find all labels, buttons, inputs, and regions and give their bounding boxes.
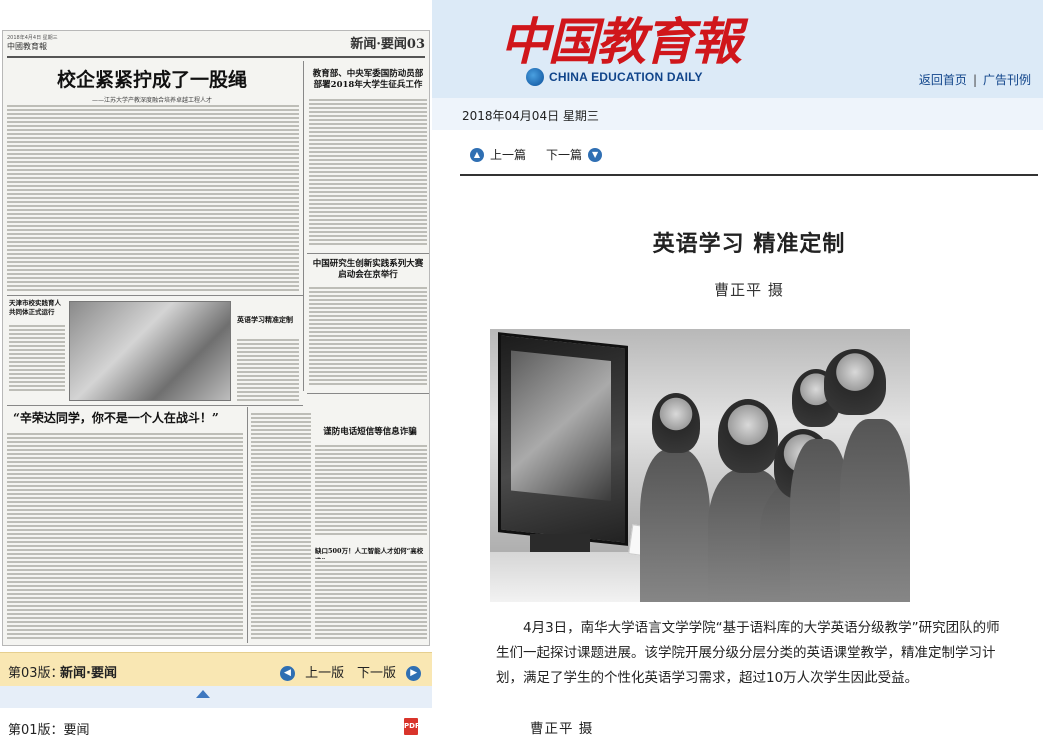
edition-name: 新闻·要闻	[60, 666, 117, 681]
site-logo[interactable]: 中国教育報	[500, 2, 742, 74]
edition-label: 第03版：	[8, 666, 64, 681]
collapse-arrow-icon[interactable]	[196, 690, 210, 698]
newspaper-page-thumbnail[interactable]: 2018年4月4日 星期三 中國教育報 新闻·要闻03 校企紧紧拧成了一股绳 —…	[2, 30, 430, 646]
tianjin-headline: 天津市校实践育人共同体正式运行	[9, 299, 61, 316]
ad-rates-link[interactable]: 广告刊例	[983, 73, 1031, 87]
main-article-body	[7, 103, 299, 291]
xin-article-body	[7, 431, 243, 641]
photo-person	[824, 349, 886, 415]
prev-article-link[interactable]: 上一篇	[490, 146, 526, 163]
fraud-article-block[interactable]: 谨防电话短信等信息诈骗	[315, 425, 425, 437]
fraud-article-body	[315, 443, 427, 537]
prev-edition-label: 上一版	[305, 666, 345, 681]
link-separator: |	[972, 73, 977, 87]
next-arrow-icon: ▶	[406, 666, 422, 681]
article-caption: 4月3日，南华大学语言文学学院“基于语料库的大学英语分级教学”研究团队的师生们一…	[496, 620, 1000, 686]
photo-person	[718, 399, 778, 473]
globe-logo-icon	[526, 68, 544, 86]
column-rule	[303, 61, 304, 391]
ai-article-body	[315, 559, 427, 641]
photo-person-body	[640, 449, 710, 602]
next-edition-button[interactable]: 下一版 ▶	[357, 662, 422, 681]
edition-list-toggle[interactable]	[0, 686, 432, 708]
middle-column-body	[251, 411, 311, 641]
photo-caption-small: 英语学习精准定制	[237, 315, 293, 324]
tianjin-article-block[interactable]: 天津市校实践育人共同体正式运行	[9, 279, 67, 317]
newspaper-section-tag: 新闻·要闻03	[350, 37, 425, 52]
photo-caption-body	[237, 337, 299, 401]
photo-person	[652, 393, 700, 453]
next-article-icon[interactable]: ▼	[588, 147, 603, 162]
photo-monitor	[498, 332, 628, 546]
column-rule	[247, 407, 248, 643]
prev-article-icon[interactable]: ▲	[470, 147, 484, 162]
main-headline-block[interactable]: 校企紧紧拧成了一股绳 ——江苏大学产教深度融合培养卓越工程人才	[17, 65, 287, 104]
fraud-headline: 谨防电话短信等信息诈骗	[323, 427, 417, 437]
site-header: 中国教育報 CHINA EDUCATION DAILY 返回首页 | 广告刊例	[432, 0, 1043, 98]
contest-article-body	[309, 285, 427, 387]
photo-caption-block: 英语学习精准定制	[237, 315, 297, 325]
next-edition-label: 下一版	[357, 666, 397, 681]
article-credit: 曹正平 摄	[530, 721, 594, 737]
edition-list: 第01版：要闻 PDF	[0, 708, 432, 747]
newspaper-masthead: 中國教育報	[7, 42, 47, 51]
contest-headline: 中国研究生创新实践系列大赛启动会在京举行	[312, 259, 424, 280]
xin-headline: “辛荣达同学，你不是一个人在战斗！”	[13, 411, 219, 425]
row-rule	[307, 393, 429, 394]
article-content: ▲ 上一篇 下一篇 ▼ 英语学习 精准定制 曹正平 摄 4月3日，南华大学语言文…	[460, 130, 1043, 747]
prev-arrow-icon: ◀	[280, 666, 295, 681]
xin-article-block[interactable]: “辛荣达同学，你不是一个人在战斗！”	[13, 409, 253, 426]
article-photo	[490, 329, 910, 602]
date-bar: 2018年04月04日 星期三	[432, 98, 1043, 130]
article-nav: ▲ 上一篇 下一篇 ▼	[470, 146, 603, 163]
conscription-article-body	[309, 97, 427, 247]
tianjin-article-body	[9, 323, 65, 393]
article-byline: 曹正平 摄	[714, 281, 784, 299]
photo-person-body	[840, 419, 910, 602]
next-article-link[interactable]: 下一篇	[546, 146, 582, 163]
newspaper-top-rule	[7, 56, 425, 58]
row-rule	[7, 405, 303, 406]
conscription-headline: 教育部、中央军委国防动员部部署2018年大学生征兵工作	[312, 69, 424, 90]
newspaper-date-line: 2018年4月4日 星期三	[7, 35, 58, 41]
prev-edition-button[interactable]: ◀ 上一版	[280, 662, 344, 681]
row-rule	[307, 253, 429, 254]
contest-article-block[interactable]: 中国研究生创新实践系列大赛启动会在京举行	[309, 259, 427, 281]
article-divider	[460, 174, 1038, 176]
site-logo-english: CHINA EDUCATION DAILY	[526, 68, 703, 86]
newspaper-photo[interactable]	[69, 301, 231, 401]
edition-nav-bar: 第03版： 新闻·要闻 ◀ 上一版 下一版 ▶	[0, 652, 432, 686]
issue-date: 2018年04月04日 星期三	[462, 109, 599, 123]
pdf-icon[interactable]: PDF	[404, 718, 420, 735]
site-logo-english-text: CHINA EDUCATION DAILY	[549, 70, 703, 84]
left-pane: 2018年4月4日 星期三 中國教育報 新闻·要闻03 校企紧紧拧成了一股绳 —…	[0, 0, 432, 747]
conscription-article-block[interactable]: 教育部、中央军委国防动员部部署2018年大学生征兵工作	[309, 69, 427, 91]
edition-link-01[interactable]: 第01版：要闻	[8, 719, 90, 738]
main-headline: 校企紧紧拧成了一股绳	[56, 69, 247, 91]
home-link[interactable]: 返回首页	[919, 73, 967, 87]
article-title: 英语学习 精准定制	[652, 231, 846, 257]
header-links: 返回首页 | 广告刊例	[919, 71, 1031, 88]
